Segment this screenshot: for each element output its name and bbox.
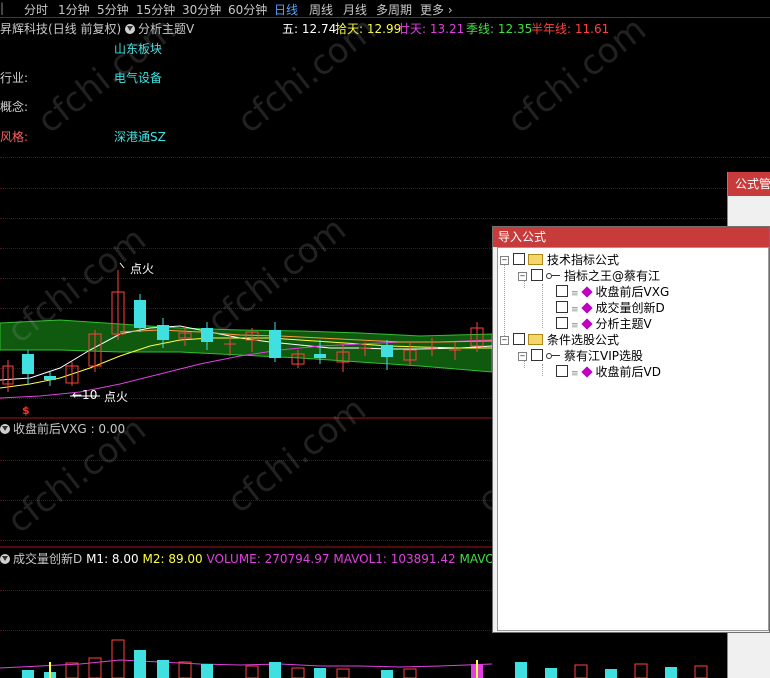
volume-bar — [381, 670, 393, 678]
checkbox[interactable] — [556, 317, 568, 329]
tree-node-label: 技术指标公式 — [547, 253, 620, 267]
volume-bars — [22, 639, 708, 678]
volume-bar — [245, 665, 259, 678]
tree-line — [542, 284, 543, 328]
volume-bar — [665, 667, 677, 678]
volume-bar — [88, 657, 102, 678]
tree-node-label: 分析主题V — [595, 317, 652, 331]
volume-bar — [157, 660, 169, 678]
panel-volume-header[interactable]: 成交量创新D M1: 8.00 M2: 89.00 VOLUME: 270794… — [0, 550, 525, 567]
collapse-icon[interactable]: − — [518, 352, 527, 361]
volume-bar — [134, 650, 146, 678]
tree-line — [542, 364, 543, 376]
tree-leaf-volume-d[interactable]: ≡ 成交量创新D — [556, 300, 665, 316]
formula-icon: ≡ — [571, 289, 579, 299]
trend-band — [0, 319, 493, 373]
checkbox[interactable] — [531, 269, 543, 281]
candle-body — [314, 354, 326, 358]
tree-leaf-theme-v[interactable]: ≡ 分析主题V — [556, 316, 652, 332]
tree-node-label: 成交量创新D — [595, 301, 665, 315]
volume-bar — [515, 662, 527, 678]
volume-value: VOLUME: 270794.97 — [206, 552, 330, 566]
checkbox[interactable] — [556, 365, 568, 377]
folder-icon — [528, 254, 543, 265]
tree-node-label: 蔡有江VIP选股 — [564, 349, 643, 363]
volume-bar — [22, 670, 34, 678]
formula-icon: ≡ — [571, 369, 579, 379]
mavol1-value: MAVOL1: 103891.42 — [333, 552, 456, 566]
dropdown-circle-icon — [0, 424, 10, 434]
m1-value: M1: 8.00 — [86, 552, 139, 566]
tree-node-label: 收盘前后VD — [595, 365, 661, 379]
volume-bar — [201, 664, 213, 678]
volume-bar — [65, 662, 79, 678]
ten-day-tag: ←10 — [72, 388, 98, 402]
checkbox[interactable] — [513, 253, 525, 265]
tree-line — [504, 260, 505, 340]
volume-bar — [403, 668, 417, 678]
candle-body — [157, 325, 169, 340]
tree-node-label: 收盘前后VXG — [595, 285, 670, 299]
gem-icon — [580, 302, 593, 314]
candle-body — [269, 330, 281, 358]
gem-icon — [580, 286, 593, 298]
volume-bar — [545, 668, 557, 678]
volume-bar — [634, 663, 648, 678]
key-icon — [546, 352, 560, 360]
collapse-icon[interactable]: − — [518, 272, 527, 281]
ignite-arrow-up — [119, 262, 125, 269]
tree-leaf-vxg[interactable]: ≡ 收盘前后VXG — [556, 284, 669, 300]
import-formula-dialog[interactable]: 导入公式 − 技术指标公式 − 指标之王@蔡有江 ≡ 收盘前后VXG ≡ 成交量创新… — [492, 226, 770, 633]
panel-vxg-title: 收盘前后VXG — [13, 422, 87, 436]
tree-leaf-vd[interactable]: ≡ 收盘前后VD — [556, 364, 661, 380]
ignite-label-bottom: 点火 — [104, 390, 129, 404]
volume-bar — [605, 669, 617, 678]
volume-bar — [694, 665, 708, 678]
collapse-icon[interactable]: − — [500, 336, 509, 345]
checkbox[interactable] — [556, 285, 568, 297]
candle-body — [134, 300, 146, 328]
checkbox[interactable] — [513, 333, 525, 345]
import-formula-title[interactable]: 导入公式 — [493, 227, 769, 247]
panel-vxg-value: : 0.00 — [90, 422, 126, 436]
volume-bar — [269, 662, 281, 678]
formula-icon: ≡ — [571, 305, 579, 315]
formula-manager-title: 公式管 — [728, 172, 770, 196]
m2-value: M2: 89.00 — [142, 552, 203, 566]
candle-body — [22, 354, 34, 374]
dollar-marker: $ — [22, 404, 30, 417]
tree-node-label: 条件选股公式 — [547, 333, 620, 347]
dropdown-circle-icon — [0, 554, 10, 564]
volume-bar — [336, 668, 350, 678]
volume-bar — [314, 668, 326, 678]
checkbox[interactable] — [556, 301, 568, 313]
folder-icon — [528, 334, 543, 345]
key-icon — [546, 272, 560, 280]
volume-bar — [574, 664, 588, 678]
volume-bar — [111, 639, 125, 678]
candle-body — [44, 376, 56, 380]
gem-icon — [580, 318, 593, 330]
ignite-label-top: 点火 — [130, 262, 155, 276]
formula-tree[interactable]: − 技术指标公式 − 指标之王@蔡有江 ≡ 收盘前后VXG ≡ 成交量创新D ≡ 分析… — [497, 247, 769, 631]
candle-body — [201, 328, 213, 342]
panel-volume-title: 成交量创新D — [13, 552, 83, 566]
formula-icon: ≡ — [571, 321, 579, 331]
candle-body — [381, 345, 393, 357]
panel-vxg-header[interactable]: 收盘前后VXG : 0.00 — [0, 420, 125, 437]
checkbox[interactable] — [531, 349, 543, 361]
collapse-icon[interactable]: − — [500, 256, 509, 265]
volume-bar — [291, 667, 305, 678]
volume-bar — [178, 661, 192, 678]
tree-node-label: 指标之王@蔡有江 — [564, 269, 661, 283]
gem-icon — [580, 366, 593, 378]
